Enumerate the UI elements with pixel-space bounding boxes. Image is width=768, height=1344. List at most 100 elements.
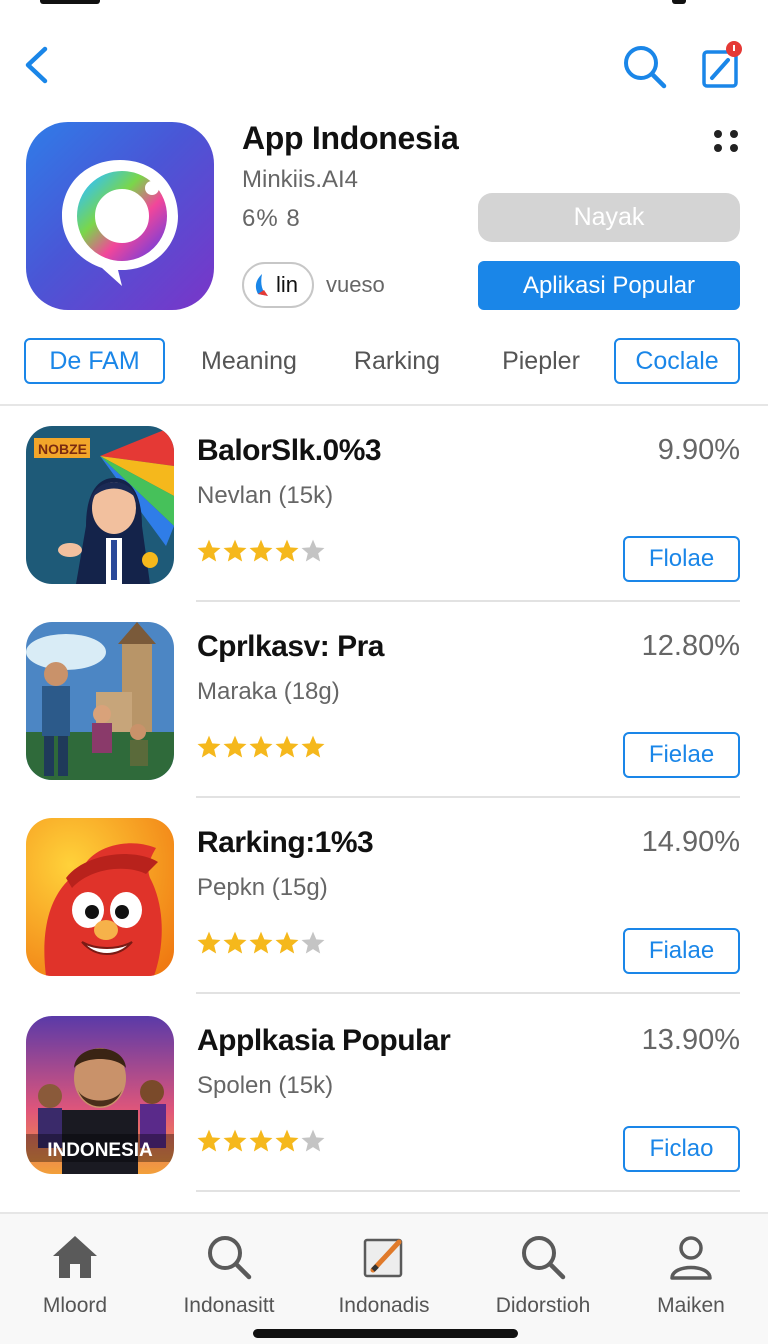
thumb-text: NOBZE bbox=[38, 441, 87, 457]
app-percent: 13.90% bbox=[641, 1024, 740, 1056]
app-developer: Minkiis.AI4 bbox=[242, 166, 359, 193]
bottom-tab-bar: Mloord Indonasitt Indonadis Didorstioh M… bbox=[0, 1212, 768, 1344]
star-rating bbox=[196, 1128, 326, 1158]
more-dot bbox=[714, 130, 722, 138]
search-icon bbox=[208, 1236, 252, 1280]
star-filled-icon bbox=[223, 931, 247, 954]
tabbar-label: Maiken bbox=[657, 1294, 725, 1317]
star-empty-icon bbox=[301, 539, 325, 562]
app-name: Cprlkasv: Pra bbox=[197, 630, 384, 663]
tab-piepler[interactable]: Piepler bbox=[484, 338, 598, 384]
compose-icon bbox=[702, 41, 742, 88]
app-percent: 12.80% bbox=[641, 630, 740, 662]
more-dot bbox=[730, 144, 738, 152]
app-subtitle: Pepkn (15g) bbox=[197, 874, 328, 901]
app-thumbnail: INDONESIA bbox=[26, 1016, 174, 1174]
app-subtitle: Spolen (15k) bbox=[197, 1072, 334, 1099]
star-filled-icon bbox=[223, 735, 247, 758]
chip-label: lin bbox=[276, 272, 299, 297]
status-bar bbox=[0, 0, 768, 8]
hero-poster-icon: INDONESIA bbox=[26, 1016, 174, 1174]
tab-rarking[interactable]: Rarking bbox=[340, 338, 454, 384]
home-indicator[interactable] bbox=[253, 1329, 518, 1338]
search-icon bbox=[522, 1236, 566, 1280]
back-button[interactable] bbox=[16, 42, 56, 88]
app-icon bbox=[26, 122, 214, 310]
divider bbox=[196, 992, 740, 994]
star-empty-icon bbox=[301, 1129, 325, 1152]
get-button[interactable]: Fialae bbox=[623, 928, 740, 974]
get-button[interactable]: Flolae bbox=[623, 536, 740, 582]
chat-swirl-icon bbox=[62, 160, 178, 286]
star-rating bbox=[196, 538, 326, 568]
app-name: BalorSlk.0%3 bbox=[197, 434, 382, 467]
star-filled-icon bbox=[275, 735, 299, 758]
list-item[interactable]: INDONESIA Applkasia Popular Spolen (15k)… bbox=[0, 996, 768, 1192]
star-filled-icon bbox=[197, 1129, 221, 1152]
tab-coclale[interactable]: Coclale bbox=[614, 338, 740, 384]
red-bird-icon bbox=[26, 818, 174, 976]
info-chip[interactable]: lin bbox=[242, 262, 314, 308]
more-options-button[interactable] bbox=[708, 126, 744, 156]
star-filled-icon bbox=[301, 735, 325, 758]
star-rating bbox=[196, 734, 326, 764]
tab-meaning[interactable]: Meaning bbox=[184, 338, 314, 384]
star-filled-icon bbox=[197, 931, 221, 954]
get-button[interactable]: Fielae bbox=[623, 732, 740, 778]
tabbar-label: Indonasitt bbox=[183, 1294, 275, 1317]
star-filled-icon bbox=[275, 1129, 299, 1152]
status-signal bbox=[40, 0, 100, 4]
logo-icon bbox=[255, 274, 268, 296]
top-nav bbox=[0, 30, 768, 100]
star-filled-icon bbox=[275, 931, 299, 954]
status-battery bbox=[672, 0, 686, 4]
app-thumbnail: NOBZE bbox=[26, 426, 174, 584]
compose-button[interactable] bbox=[698, 40, 744, 90]
thumb-text: INDONESIA bbox=[47, 1140, 153, 1161]
star-filled-icon bbox=[249, 931, 273, 954]
tabbar-label: Indonadis bbox=[338, 1294, 430, 1317]
popular-apps-button[interactable]: Aplikasi Popular bbox=[478, 261, 740, 310]
home-icon bbox=[53, 1236, 97, 1278]
tabbar-label: Mloord bbox=[42, 1294, 108, 1317]
star-filled-icon bbox=[197, 735, 221, 758]
chevron-left-icon bbox=[25, 46, 48, 84]
app-subtitle: Maraka (18g) bbox=[197, 678, 340, 705]
search-button[interactable] bbox=[620, 42, 668, 90]
list-item[interactable]: Rarking:1%3 Pepkn (15g) 14.90% Fialae bbox=[0, 798, 768, 994]
star-filled-icon bbox=[249, 539, 273, 562]
tabbar-item-notepad[interactable]: Indonadis bbox=[309, 1228, 459, 1328]
tabbar-label: Didorstioh bbox=[495, 1294, 591, 1317]
app-name: Applkasia Popular bbox=[197, 1024, 451, 1057]
get-button[interactable]: Ficlao bbox=[623, 1126, 740, 1172]
star-filled-icon bbox=[249, 1129, 273, 1152]
star-filled-icon bbox=[223, 1129, 247, 1152]
app-meta: 6% 8 bbox=[242, 205, 301, 232]
star-filled-icon bbox=[275, 539, 299, 562]
app-subtitle: Nevlan (15k) bbox=[197, 482, 334, 509]
more-dot bbox=[714, 144, 722, 152]
tabbar-item-search[interactable]: Indonasitt bbox=[154, 1228, 304, 1328]
app-percent: 9.90% bbox=[657, 434, 740, 466]
divider bbox=[196, 1190, 740, 1192]
tab-de-fam[interactable]: De FAM bbox=[24, 338, 165, 384]
avatar-girl-icon: NOBZE bbox=[26, 426, 174, 584]
star-filled-icon bbox=[197, 539, 221, 562]
app-thumbnail bbox=[26, 622, 174, 780]
star-filled-icon bbox=[249, 735, 273, 758]
disabled-action-button[interactable]: Nayak bbox=[478, 193, 740, 242]
search-icon bbox=[624, 46, 667, 89]
app-name: Rarking:1%3 bbox=[197, 826, 374, 859]
app-percent: 14.90% bbox=[641, 826, 740, 858]
tabbar-item-profile[interactable]: Maiken bbox=[616, 1228, 766, 1328]
list-item[interactable]: Cprlkasv: Pra Maraka (18g) 12.80% Fielae bbox=[0, 602, 768, 798]
app-thumbnail bbox=[26, 818, 174, 976]
tabbar-item-discover[interactable]: Didorstioh bbox=[468, 1228, 618, 1328]
star-empty-icon bbox=[301, 931, 325, 954]
chip-sub-label: vueso bbox=[326, 272, 385, 297]
app-title: App Indonesia bbox=[242, 120, 459, 156]
star-rating bbox=[196, 930, 326, 960]
star-filled-icon bbox=[223, 539, 247, 562]
list-item[interactable]: NOBZE BalorSlk.0%3 Nevlan (15k) 9.90% Fl… bbox=[0, 406, 768, 602]
tabbar-item-home[interactable]: Mloord bbox=[0, 1228, 150, 1328]
